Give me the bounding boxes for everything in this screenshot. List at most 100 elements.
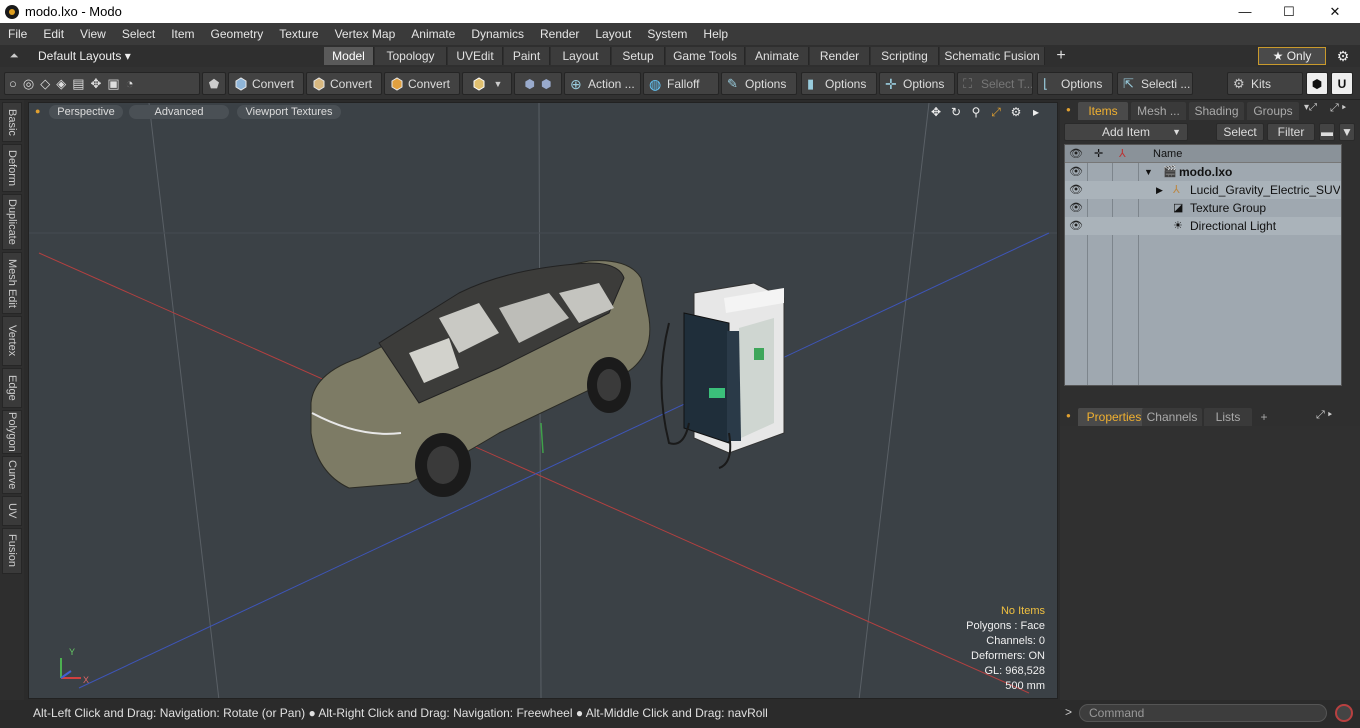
collapse-icon[interactable]: ⏶	[0, 50, 28, 63]
menu-select[interactable]: Select	[114, 23, 163, 45]
tab-groups[interactable]: Groups	[1247, 102, 1299, 120]
3d-viewport[interactable]: Y X ● Perspective Advanced Viewport Text…	[28, 102, 1058, 699]
tab-properties[interactable]: Properties	[1078, 408, 1150, 426]
menu-help[interactable]: Help	[695, 23, 736, 45]
item-mode-icon[interactable]: ▤	[72, 76, 84, 92]
maximize-viewport-icon[interactable]: ⤢	[989, 105, 1003, 119]
minimize-button[interactable]: —	[1222, 0, 1268, 23]
panel-expand-icon[interactable]: ⤢ ▸	[1316, 409, 1332, 422]
menu-animate[interactable]: Animate	[403, 23, 463, 45]
tab-shading[interactable]: Shading	[1189, 102, 1244, 120]
visibility-eye-icon[interactable]: 👁	[1069, 217, 1083, 235]
tab-mesh[interactable]: Mesh ...	[1131, 102, 1186, 120]
pan-icon[interactable]: ✥	[929, 105, 943, 119]
filter-button[interactable]: Filter	[1267, 123, 1315, 141]
visibility-eye-icon[interactable]: 👁	[1069, 199, 1083, 217]
selection-sets-button[interactable]: ⇱ Selecti ...	[1117, 72, 1193, 95]
panel-menu-icon[interactable]: ▾⤢	[1304, 102, 1317, 113]
convert-button-2[interactable]: Convert	[306, 72, 382, 95]
menu-file[interactable]: File	[0, 23, 35, 45]
menu-geometry[interactable]: Geometry	[203, 23, 272, 45]
command-history-icon[interactable]	[1335, 704, 1353, 722]
add-tab-button[interactable]: +	[1050, 47, 1072, 65]
menu-edit[interactable]: Edit	[35, 23, 72, 45]
visibility-eye-icon[interactable]: 👁	[1069, 163, 1083, 181]
close-button[interactable]: ✕	[1312, 0, 1358, 23]
menu-layout[interactable]: Layout	[587, 23, 639, 45]
tab-animate[interactable]: Animate	[746, 47, 809, 65]
tab-paint[interactable]: Paint	[504, 47, 550, 65]
add-item-dropdown[interactable]: Add Item ▼	[1064, 123, 1188, 141]
visibility-eye-icon[interactable]: 👁	[1069, 181, 1083, 199]
viewport-menu-dot-icon[interactable]: ●	[35, 106, 40, 116]
kits-button[interactable]: ⚙ Kits	[1227, 72, 1303, 95]
edge-mode-icon[interactable]: ◇	[40, 76, 50, 92]
menu-texture[interactable]: Texture	[271, 23, 326, 45]
vtab-polygon[interactable]: Polygon	[2, 410, 22, 454]
tab-render[interactable]: Render	[810, 47, 870, 65]
action-center-button[interactable]: ⊕ Action ...	[564, 72, 641, 95]
vtab-uv[interactable]: UV	[2, 496, 22, 526]
tab-channels[interactable]: Channels	[1142, 408, 1202, 426]
charging-station-model[interactable]	[660, 282, 785, 469]
collapse-list-icon[interactable]: ▬	[1319, 123, 1335, 141]
select-button[interactable]: Select	[1216, 123, 1264, 141]
viewport-textures-button[interactable]: Viewport Textures	[237, 105, 341, 119]
tab-items[interactable]: Items	[1078, 102, 1128, 120]
options-button-1[interactable]: ✎ Options	[721, 72, 797, 95]
convert-button-3[interactable]: Convert	[384, 72, 460, 95]
tab-setup[interactable]: Setup	[612, 47, 665, 65]
menu-render[interactable]: Render	[532, 23, 587, 45]
center-icon[interactable]: ▣	[107, 76, 119, 92]
globe-icon[interactable]: ◎	[23, 76, 34, 92]
suv-model[interactable]	[310, 260, 651, 497]
menu-view[interactable]: View	[72, 23, 114, 45]
options-button-2[interactable]: ▮ Options	[801, 72, 877, 95]
convert-button-1[interactable]: Convert	[228, 72, 304, 95]
command-input[interactable]: Command	[1079, 704, 1327, 722]
vtab-duplicate[interactable]: Duplicate	[2, 194, 22, 250]
tab-model[interactable]: Model	[324, 47, 374, 65]
symmetry-group[interactable]: ⬢ ⬢	[514, 72, 562, 95]
tree-row-texture-group[interactable]: 👁 ◪ Texture Group	[1065, 199, 1341, 217]
rotate-icon[interactable]: ↻	[949, 105, 963, 119]
vertex-mode-icon[interactable]: ○	[9, 76, 17, 92]
menu-item[interactable]: Item	[163, 23, 202, 45]
expand-arrow-icon[interactable]: ▼	[1144, 163, 1153, 181]
tab-lists[interactable]: Lists	[1204, 408, 1252, 426]
vtab-fusion[interactable]: Fusion	[2, 528, 22, 574]
menu-dynamics[interactable]: Dynamics	[463, 23, 532, 45]
only-button[interactable]: ★ Only	[1258, 47, 1326, 65]
options-button-3[interactable]: ✛ Options	[879, 72, 955, 95]
material-icon[interactable]: ◔	[126, 76, 134, 92]
tab-game-tools[interactable]: Game Tools	[666, 47, 745, 65]
tab-schematic-fusion[interactable]: Schematic Fusion	[940, 47, 1045, 65]
vtab-mesh-edit[interactable]: Mesh Edit	[2, 252, 22, 314]
maximize-button[interactable]: ☐	[1266, 0, 1312, 23]
viewport-scene[interactable]: Y X	[29, 103, 1058, 699]
vtab-curve[interactable]: Curve	[2, 456, 22, 494]
expand-arrow-icon[interactable]: ▶	[1156, 181, 1163, 199]
tab-topology[interactable]: Topology	[375, 47, 447, 65]
unreal-icon[interactable]: U	[1331, 72, 1353, 95]
shield-icon[interactable]: ⬟	[202, 72, 226, 95]
advanced-button[interactable]: Advanced	[129, 105, 229, 119]
menu-system[interactable]: System	[639, 23, 695, 45]
panel-expand-icon[interactable]: ⤢ ▸	[1330, 102, 1346, 115]
settings-gear-icon[interactable]: ⚙	[1334, 47, 1352, 65]
pivot-icon[interactable]: ✥	[91, 76, 102, 92]
polygon-mode-icon[interactable]: ◈	[56, 76, 66, 92]
perspective-button[interactable]: Perspective	[49, 105, 123, 119]
menu-vertex-map[interactable]: Vertex Map	[327, 23, 404, 45]
tree-row-directional-light[interactable]: 👁 ☀ Directional Light	[1065, 217, 1341, 235]
zoom-icon[interactable]: ⚲	[969, 105, 983, 119]
vtab-basic[interactable]: Basic	[2, 102, 22, 142]
vtab-deform[interactable]: Deform	[2, 144, 22, 192]
options-button-4[interactable]: ⌊ Options	[1037, 72, 1113, 95]
viewport-gear-icon[interactable]: ⚙	[1009, 105, 1023, 119]
funnel-icon[interactable]: ▼	[1339, 123, 1355, 141]
tab-scripting[interactable]: Scripting	[871, 47, 939, 65]
command-arrow-icon[interactable]: >	[1065, 705, 1072, 719]
tree-row-suv-mesh[interactable]: 👁 ▶ ⅄ Lucid_Gravity_Electric_SUV_...	[1065, 181, 1341, 199]
default-layouts-dropdown[interactable]: Default Layouts ▾	[28, 49, 131, 63]
